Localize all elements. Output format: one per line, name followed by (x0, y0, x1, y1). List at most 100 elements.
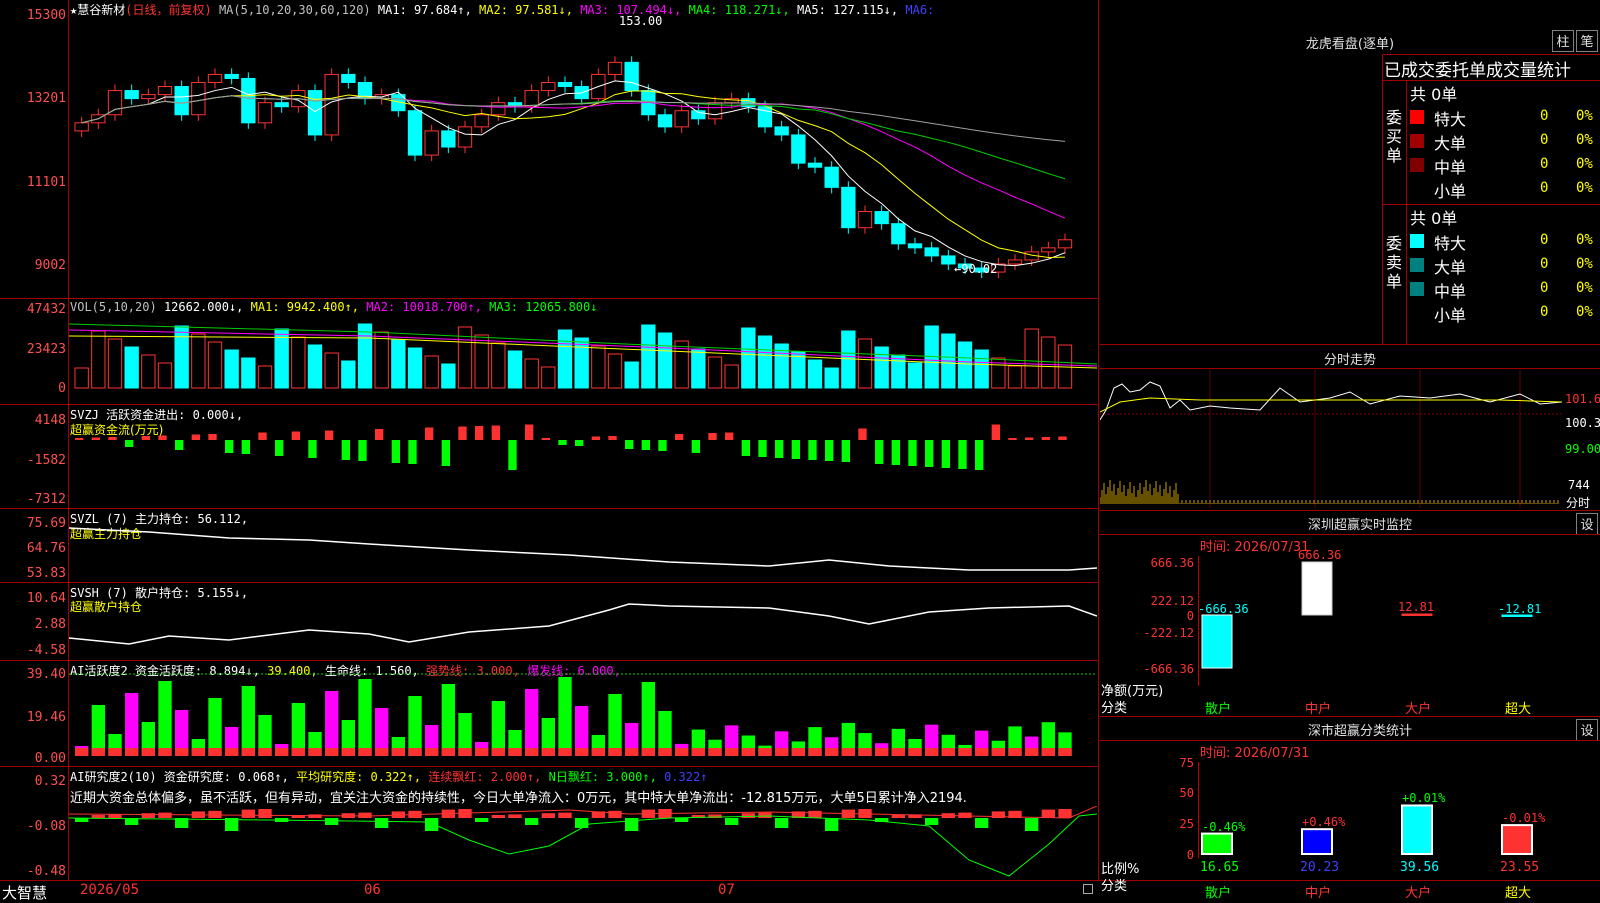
vol-value: 12662.000↓, (163, 300, 244, 314)
bar-view-button[interactable]: 柱 (1552, 30, 1574, 52)
volume-bar (357, 323, 373, 389)
research-bar (425, 818, 439, 831)
sc-axis-tick: 50 (1179, 786, 1194, 800)
lhb-sell-row-count: 0 (1540, 256, 1549, 272)
activity-base (541, 748, 555, 756)
volume-bar (441, 363, 456, 389)
lhb-sell-row-label: 大单 (1434, 258, 1467, 277)
activity-base (341, 748, 355, 756)
sc-change-label: -0.01% (1502, 811, 1546, 826)
activity-base (291, 748, 305, 756)
intraday-tick-3: 99.00 (1565, 442, 1600, 456)
volume-bar (724, 364, 739, 389)
date-tick-3: 07 (718, 882, 735, 898)
ai-res-tick-3: -0.48 (26, 864, 66, 879)
svzj-tick-1: 4148 (34, 413, 66, 428)
fund-flow-bar (558, 440, 567, 445)
volume-bar (424, 355, 439, 389)
research-bar (508, 814, 522, 818)
sz-settings-button[interactable]: 设 (1576, 513, 1598, 535)
activity-base (458, 748, 472, 756)
lhb-buy-row-percent: 0% (1576, 156, 1593, 172)
ai-res-chart (69, 806, 1097, 877)
sc-settings-button[interactable]: 设 (1576, 719, 1598, 741)
lock-icon[interactable] (1083, 884, 1093, 894)
svzj-tick-2: -1582 (26, 453, 66, 468)
sc-ratio-value: 16.65 (1200, 860, 1240, 875)
fund-flow-bar (608, 436, 617, 440)
sz-net-value: 12.81 (1398, 599, 1435, 614)
volume-bar (874, 346, 889, 389)
activity-base (241, 748, 255, 756)
candle-body (474, 114, 489, 128)
activity-bar (641, 682, 655, 756)
svsh-tick-3: -4.58 (26, 643, 66, 658)
ai2-chart (69, 673, 1097, 756)
candle-body (1041, 247, 1056, 253)
activity-base (641, 748, 655, 756)
activity-base (175, 748, 189, 756)
lhb-sell-row-percent: 0% (1576, 232, 1593, 248)
svzl-tick-3: 53.83 (26, 566, 66, 581)
high-price-mark: 153.00 (619, 14, 663, 28)
candle-body (491, 102, 506, 116)
fund-flow-bar (758, 440, 767, 457)
lhb-sell-color-swatch (1410, 258, 1424, 272)
activity-base (158, 748, 172, 756)
activity-base (758, 748, 772, 756)
vol-ma2: MA2: 10018.700↑, (366, 300, 482, 314)
volume-bar (657, 332, 673, 389)
candle-body (891, 223, 906, 245)
volume-bar (757, 335, 773, 389)
activity-base (725, 748, 739, 756)
sz-axis-tick: -666.36 (1143, 662, 1194, 676)
date-tick-2: 06 (364, 882, 381, 898)
fund-flow-bar (458, 426, 467, 440)
candle-body (157, 86, 173, 96)
vol-tick-3: 0 (58, 381, 66, 396)
candlestick-chart[interactable] (69, 14, 1097, 298)
research-bar (158, 812, 172, 818)
activity-base (908, 748, 922, 756)
sz-net-bar (1401, 613, 1433, 616)
intraday-chart[interactable] (1100, 368, 1562, 508)
sz-axis-tick: 666.36 (1150, 556, 1194, 570)
sc-ratio-bar (1501, 824, 1533, 855)
activity-base (225, 748, 239, 756)
svzl-chart (69, 527, 1097, 571)
candle-body (674, 110, 689, 128)
activity-base (858, 748, 872, 756)
volume-bar (624, 361, 639, 389)
volume-bar (341, 360, 356, 389)
activity-base (441, 748, 455, 756)
fund-flow-bar (975, 440, 984, 470)
volume-bar (291, 336, 306, 389)
activity-base (658, 748, 672, 756)
ai-res-header: AI研究度2(10) 资金研究度: 0.068↑, 平均研究度: 0.322↑,… (70, 768, 707, 785)
tick-view-button[interactable]: 笔 (1576, 30, 1598, 52)
activity-bar (325, 691, 339, 756)
activity-bar (208, 698, 222, 756)
candle-body (424, 130, 439, 156)
fund-flow-bar (291, 431, 300, 440)
vol-label: VOL(5,10,20) (70, 300, 157, 314)
sc-category-label: 大户 (1405, 886, 1432, 901)
fund-flow-bar (375, 429, 384, 440)
candle-body (457, 126, 473, 148)
candle-body (857, 211, 873, 229)
sz-net-bar (1301, 561, 1333, 616)
activity-base (308, 748, 322, 756)
activity-base (525, 748, 539, 756)
research-bar (1058, 809, 1072, 818)
lhb-sell-total: 共 0单 (1410, 209, 1458, 228)
fund-flow-bar (941, 440, 950, 468)
activity-base (1025, 748, 1039, 756)
candle-body (874, 211, 889, 225)
fund-flow-bar (275, 440, 284, 456)
activity-base (991, 748, 1005, 756)
research-bar (608, 810, 622, 818)
candle-body (907, 243, 923, 249)
ai-res-tick-1: 0.32 (34, 774, 66, 789)
sc-axis-tick: 0 (1186, 848, 1194, 862)
candle-body (341, 73, 356, 83)
